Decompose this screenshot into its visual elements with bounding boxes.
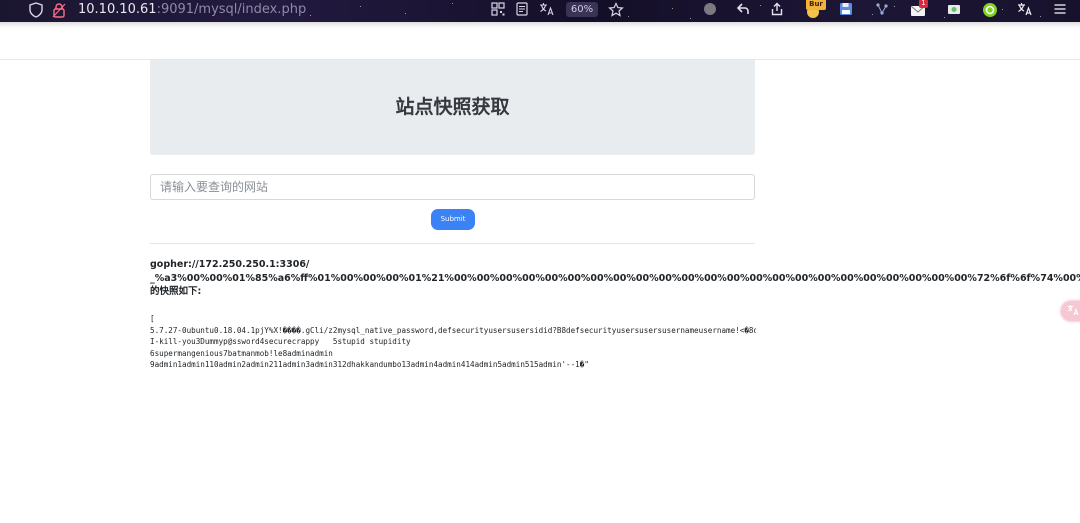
- notification-badge: 1: [919, 0, 928, 8]
- network-dots-icon[interactable]: [874, 2, 890, 18]
- burp-badge: Bur: [806, 0, 826, 10]
- bookmark-star-icon[interactable]: [608, 2, 624, 18]
- zoom-level-badge[interactable]: 60%: [566, 2, 598, 17]
- qr-code-icon[interactable]: [490, 2, 506, 18]
- address-host: 10.10.10.61: [78, 2, 157, 17]
- snapshot-suffix: 的快照如下:: [150, 286, 202, 297]
- share-icon[interactable]: [769, 2, 785, 18]
- submit-button[interactable]: Submit: [431, 209, 475, 230]
- back-arrow-icon[interactable]: [735, 2, 751, 18]
- result-divider: [150, 243, 755, 244]
- toolbar-shadow: [0, 22, 1080, 28]
- green-extension-icon[interactable]: [982, 2, 998, 18]
- shield-icon[interactable]: [28, 2, 44, 18]
- output-line: 5.7.27-0ubuntu0.18.04.1pjY%X!����.gCli/z…: [150, 325, 756, 335]
- translate-ext-icon[interactable]: [1017, 2, 1033, 18]
- address-bar[interactable]: 10.10.10.61:9091/mysql/index.php: [78, 1, 306, 19]
- header-jumbotron: 站点快照获取: [150, 60, 755, 155]
- floating-translate-button[interactable]: [1061, 301, 1080, 321]
- translate-bubble-icon: [1067, 304, 1079, 321]
- translate-icon[interactable]: [539, 2, 555, 18]
- snapshot-heading: gopher://172.250.250.1:3306/ _%a3%00%00%…: [150, 258, 1080, 299]
- snapshot-url-line-2: _%a3%00%00%01%85%a6%ff%01%00%00%00%01%21…: [150, 272, 1080, 284]
- page-title: 站点快照获取: [395, 96, 510, 118]
- extension-circle-icon[interactable]: [702, 2, 718, 18]
- output-line: 9admin1admin110admin2admin211admin3admin…: [150, 360, 589, 370]
- hamburger-menu-icon[interactable]: [1052, 2, 1068, 18]
- output-line: 6supermangenious7batmanmob!le8adminadmin: [150, 348, 333, 358]
- output-line: [: [150, 314, 155, 323]
- reader-view-icon[interactable]: [514, 2, 530, 18]
- snapshot-url-line-1: gopher://172.250.250.1:3306/: [150, 259, 310, 270]
- snapshot-output: [5.7.27-0ubuntu0.18.04.1pjY%X!����.gCli/…: [150, 313, 756, 371]
- screenshot-icon[interactable]: [946, 2, 962, 18]
- lock-insecure-icon[interactable]: [51, 2, 67, 18]
- save-disk-icon[interactable]: [838, 2, 854, 18]
- output-line: I-kill-you3Dummyp@ssword4securecrappy 5s…: [150, 337, 411, 347]
- browser-toolbar: 10.10.10.61:9091/mysql/index.php 60% Bur…: [0, 0, 1080, 22]
- url-input[interactable]: [150, 174, 755, 200]
- address-path: :9091/mysql/index.php: [156, 2, 307, 17]
